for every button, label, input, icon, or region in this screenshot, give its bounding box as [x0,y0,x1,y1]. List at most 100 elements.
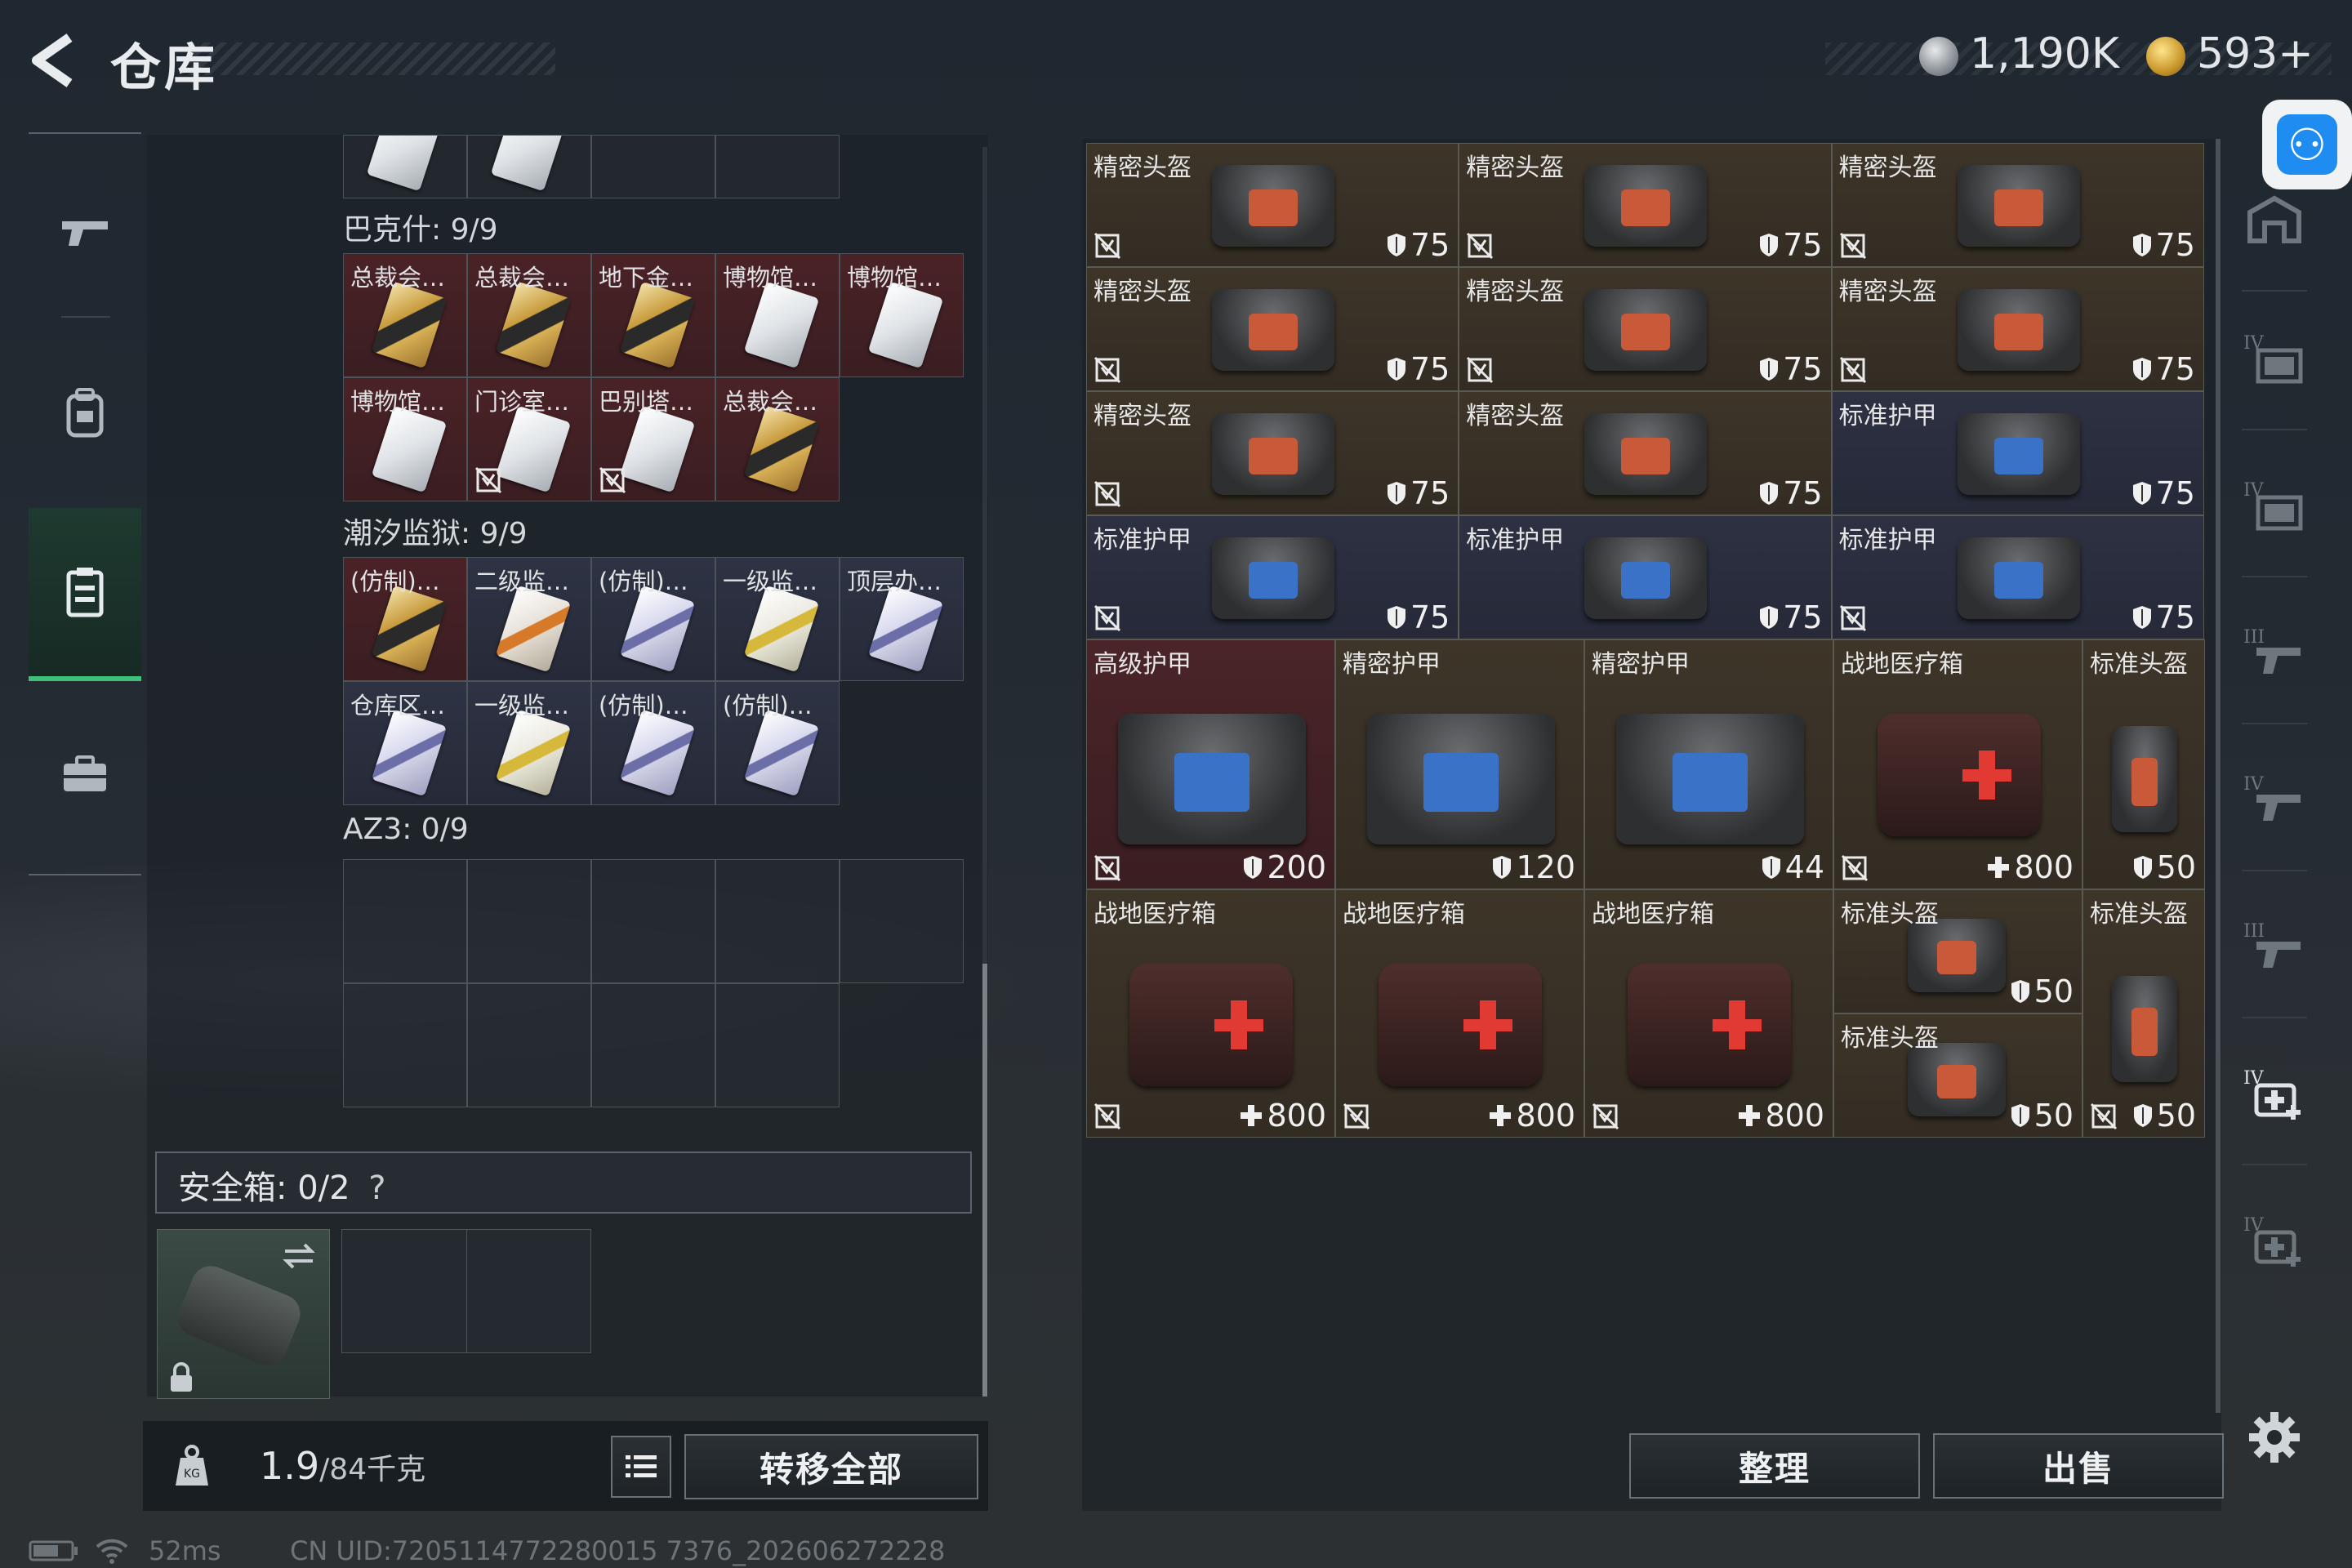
right-nav-gun-iii[interactable]: III [2238,617,2311,690]
section-az3-label: AZ3: 0/9 [343,813,469,846]
empty-slot[interactable] [591,983,715,1107]
helmet-item[interactable]: 精密头盔 75 [1459,267,1832,391]
armor-item[interactable]: 标准护甲 75 [1459,515,1832,639]
armor-item[interactable]: 高级护甲 200 [1086,639,1335,889]
durability-shield-icon [1760,606,1779,629]
empty-slot[interactable] [467,859,591,983]
keycard-item[interactable]: 顶层办… [840,557,964,681]
helmet-item[interactable]: 标准头盔 50 [1833,1013,2082,1138]
nav-backpack[interactable] [29,331,141,494]
medkit-item[interactable]: 战地医疗箱 800 [1335,889,1584,1138]
nav-toolbox[interactable] [29,693,141,856]
currency-2-amount[interactable]: 593+ [2197,29,2314,78]
medkit-item[interactable]: 战地医疗箱 800 [1086,889,1335,1138]
keycard-item[interactable]: 一级监… [467,681,591,805]
keycard-item[interactable]: 仓库区… [343,681,467,805]
gear-image-panel [1621,438,1671,474]
sort-button[interactable]: 整理 [1629,1433,1920,1499]
swap-icon[interactable] [280,1240,318,1272]
gear-image [1584,165,1708,247]
durability-shield-icon [1387,606,1405,629]
key-slot[interactable] [591,135,715,198]
weight-readout: 1.9/84千克 [260,1444,425,1488]
helmet-item[interactable]: 精密头盔 75 [1459,391,1832,515]
helmet-item[interactable]: 精密头盔 75 [1086,391,1459,515]
medkit-item[interactable]: 战地医疗箱 800 [1833,639,2082,889]
durability-value: 75 [1783,227,1823,263]
armor-item[interactable]: 标准护甲 75 [1831,515,2204,639]
gear-image-panel [1672,753,1748,812]
safe-box-item[interactable] [157,1229,330,1399]
keycard-item[interactable]: 总裁会… [715,377,840,501]
nav-weapons[interactable] [29,151,141,314]
helmet-item[interactable]: 标准头盔 50 [2082,889,2205,1138]
right-nav-folder-iv[interactable]: IV [2238,323,2311,396]
item-name: 标准护甲 [1838,526,1937,555]
no-sell-icon [1467,356,1494,384]
keycard-item[interactable]: 总裁会… [467,253,591,377]
keycard-image [490,136,567,192]
armor-item[interactable]: 标准护甲 75 [1831,391,2204,515]
keycard-item[interactable]: (仿制)… [591,681,715,805]
right-nav-gun-iii[interactable]: III [2238,911,2311,984]
empty-slot[interactable] [343,983,467,1107]
keycard-item[interactable]: 博物馆… [840,253,964,377]
accessibility-button[interactable]: ⚇ [2262,100,2352,189]
keycard-item[interactable]: 一级监… [715,557,840,681]
armor-item[interactable]: 精密护甲 44 [1584,639,1833,889]
keycard-item[interactable]: 巴别塔… [591,377,715,501]
keycard-item[interactable]: (仿制)… [715,681,840,805]
keycard-label: 一级监… [474,692,570,719]
helmet-item[interactable]: 精密头盔 75 [1459,143,1832,267]
empty-slot[interactable] [591,859,715,983]
keycard-label: 仓库区… [350,692,446,719]
nav-rig[interactable] [29,508,141,681]
keycard-item[interactable]: 博物馆… [343,377,467,501]
back-arrow-icon[interactable] [24,28,82,93]
safe-box-slots[interactable] [341,1229,591,1353]
settings-gear-icon[interactable] [2246,1409,2303,1466]
helmet-item[interactable]: 标准头盔 50 [2082,639,2205,889]
helmet-item[interactable]: 精密头盔 75 [1831,143,2204,267]
gear-image [2112,726,2177,832]
empty-slot[interactable] [343,859,467,983]
key-slot[interactable] [343,135,467,198]
item-name: 标准护甲 [1466,526,1565,555]
right-nav-medkit-iv[interactable]: IV [2238,1205,2311,1278]
keycard-item[interactable]: (仿制)… [591,557,715,681]
keycard-item[interactable]: 门诊室… [467,377,591,501]
right-nav-gun-iv[interactable]: IV [2238,764,2311,837]
key-slot[interactable] [715,135,840,198]
medkit-image [1877,714,2041,836]
empty-slot[interactable] [715,859,840,983]
helmet-item[interactable]: 标准头盔 50 [1833,889,2082,1013]
key-slot[interactable] [467,135,591,198]
transfer-all-button[interactable]: 转移全部 [684,1434,978,1499]
keycard-item[interactable]: 二级监… [467,557,591,681]
empty-slot[interactable] [715,983,840,1107]
list-view-button[interactable] [611,1436,671,1498]
armor-item[interactable]: 精密护甲 120 [1335,639,1584,889]
stash-scrollbar[interactable] [2216,139,2221,1413]
gear-image [1584,413,1708,495]
right-nav-home[interactable] [2238,184,2311,257]
item-name: 标准护甲 [1094,526,1192,555]
left-scrollbar-thumb[interactable] [982,964,987,1396]
right-nav-medkit-iv[interactable]: IV [2238,1058,2311,1131]
right-nav-folder-iv[interactable]: IV [2238,470,2311,543]
help-icon[interactable]: ? [368,1169,385,1207]
list-icon [626,1455,657,1477]
sell-button[interactable]: 出售 [1933,1433,2224,1499]
keycard-item[interactable]: 总裁会… [343,253,467,377]
armor-item[interactable]: 标准护甲 75 [1086,515,1459,639]
medkit-item[interactable]: 战地医疗箱 800 [1584,889,1833,1138]
keycard-item[interactable]: (仿制)… [343,557,467,681]
helmet-item[interactable]: 精密头盔 75 [1831,267,2204,391]
keycard-item[interactable]: 博物馆… [715,253,840,377]
helmet-item[interactable]: 精密头盔 75 [1086,267,1459,391]
helmet-item[interactable]: 精密头盔 75 [1086,143,1459,267]
empty-slot[interactable] [467,983,591,1107]
empty-slot[interactable] [840,859,964,983]
durability-value: 75 [2155,351,2195,387]
keycard-item[interactable]: 地下金… [591,253,715,377]
